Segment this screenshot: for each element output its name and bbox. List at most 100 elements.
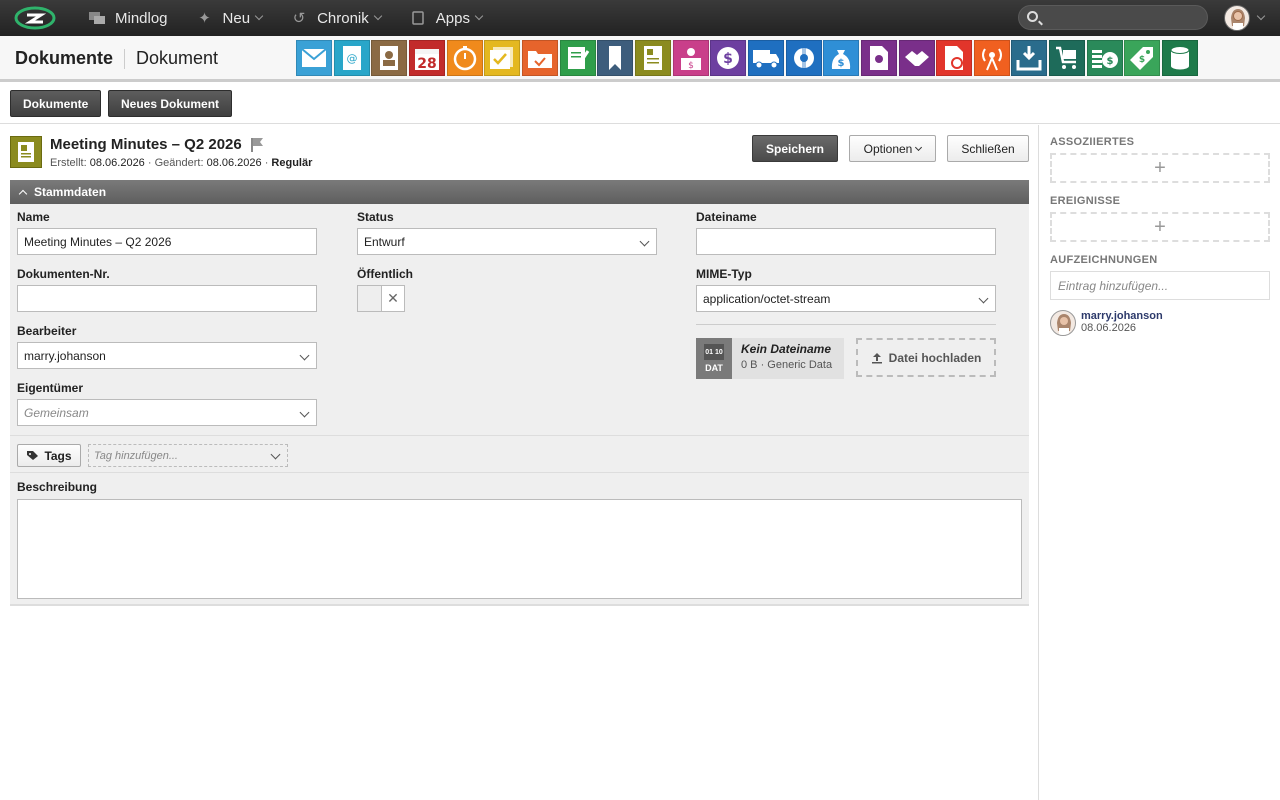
editor-select[interactable]: marry.johanson bbox=[17, 342, 317, 369]
save-button[interactable]: Speichern bbox=[752, 135, 838, 162]
flag-icon[interactable] bbox=[250, 137, 264, 153]
app-documents-icon[interactable] bbox=[634, 40, 671, 76]
chevron-down-icon[interactable] bbox=[1256, 11, 1266, 21]
records-heading: AUFZEICHNUNGEN bbox=[1050, 254, 1158, 266]
app-finance-icon[interactable]: $ bbox=[710, 40, 747, 76]
public-label: Öffentlich bbox=[357, 267, 413, 281]
app-email-icon[interactable] bbox=[296, 40, 332, 76]
filename-input[interactable] bbox=[696, 228, 996, 255]
app-presentations-icon[interactable]: $ bbox=[672, 40, 709, 76]
app-logo[interactable] bbox=[14, 5, 56, 31]
record-input[interactable]: Eintrag hinzufügen... bbox=[1050, 271, 1270, 300]
name-label: Name bbox=[17, 210, 50, 224]
description-textarea[interactable] bbox=[17, 499, 1022, 599]
app-money-bag-icon[interactable]: $ bbox=[823, 40, 860, 76]
app-deals-icon[interactable] bbox=[898, 40, 935, 76]
plus-icon: + bbox=[1154, 156, 1166, 179]
created-label: Erstellt: bbox=[50, 157, 87, 169]
record-entry: marry.johanson 08.06.2026 bbox=[1050, 310, 1163, 336]
status-label: Status bbox=[357, 210, 394, 224]
filename-label: Dateiname bbox=[696, 210, 757, 224]
record-user[interactable]: marry.johanson bbox=[1081, 310, 1163, 322]
nav-history[interactable]: ↺ Chronik bbox=[290, 0, 382, 36]
sparkle-icon: ✦ bbox=[198, 10, 211, 27]
nav-history-label: Chronik bbox=[317, 9, 369, 27]
chevron-up-icon bbox=[18, 189, 28, 198]
app-contacts-icon[interactable] bbox=[371, 40, 408, 76]
section-header[interactable]: Stammdaten bbox=[10, 180, 1029, 204]
global-search-input[interactable] bbox=[1018, 5, 1208, 30]
tag-icon bbox=[27, 451, 39, 460]
action-bar: Dokumente Neues Dokument bbox=[0, 82, 1280, 124]
document-icon bbox=[10, 136, 42, 168]
nav-apps-label: Apps bbox=[435, 9, 470, 27]
app-support-icon[interactable] bbox=[785, 40, 822, 76]
name-input[interactable]: Meeting Minutes – Q2 2026 bbox=[17, 228, 317, 255]
owner-select[interactable]: Gemeinsam bbox=[17, 399, 317, 426]
file-name: Kein Dateiname bbox=[741, 342, 832, 356]
avatar bbox=[1050, 310, 1076, 336]
chat-icon bbox=[88, 11, 106, 25]
app-licenses-icon[interactable] bbox=[860, 40, 897, 76]
nav-apps[interactable]: Apps bbox=[409, 0, 484, 36]
svg-text:$: $ bbox=[1139, 55, 1145, 65]
chevron-down-icon bbox=[254, 11, 264, 21]
breadcrumb-root[interactable]: Dokumente bbox=[15, 48, 113, 69]
app-shipping-icon[interactable] bbox=[747, 40, 784, 76]
close-button[interactable]: Schließen bbox=[947, 135, 1029, 162]
app-cash-icon[interactable]: $ bbox=[1086, 40, 1123, 76]
chevron-down-icon bbox=[373, 11, 382, 21]
description-label: Beschreibung bbox=[17, 480, 98, 494]
events-heading: EREIGNISSE bbox=[1050, 195, 1121, 207]
app-contracts-icon[interactable] bbox=[936, 40, 973, 76]
record-date: 08.06.2026 bbox=[1081, 322, 1137, 334]
mime-value: application/octet-stream bbox=[703, 291, 831, 306]
tags-row: Tags Tag hinzufügen... bbox=[10, 435, 1029, 473]
svg-text:$: $ bbox=[688, 61, 694, 71]
app-tasks-icon[interactable] bbox=[484, 40, 521, 76]
nav-new-label: Neu bbox=[222, 9, 251, 27]
upload-icon bbox=[871, 352, 882, 363]
new-document-button[interactable]: Neues Dokument bbox=[108, 90, 233, 117]
add-associated-button[interactable]: + bbox=[1050, 153, 1270, 183]
nav-new[interactable]: ✦ Neu bbox=[196, 0, 264, 36]
chevron-down-icon bbox=[299, 350, 310, 361]
app-bookmarks-icon[interactable] bbox=[597, 40, 634, 76]
app-address-book-icon[interactable]: @ bbox=[333, 40, 370, 76]
tag-input[interactable]: Tag hinzufügen... bbox=[88, 444, 288, 467]
changed-date: 08.06.2026 bbox=[206, 157, 262, 169]
nav-mindlog[interactable]: Mindlog bbox=[88, 0, 168, 36]
documents-button[interactable]: Dokumente bbox=[10, 90, 102, 117]
public-toggle[interactable]: ✕ bbox=[357, 285, 405, 312]
options-button[interactable]: Optionen bbox=[849, 135, 936, 162]
docnr-input[interactable] bbox=[17, 285, 317, 312]
app-tags-icon[interactable]: $ bbox=[1124, 40, 1161, 76]
tags-button[interactable]: Tags bbox=[17, 444, 81, 467]
app-projects-icon[interactable] bbox=[521, 40, 558, 76]
upload-label: Datei hochladen bbox=[888, 350, 982, 365]
app-broadcast-icon[interactable] bbox=[973, 40, 1010, 76]
plus-icon: + bbox=[1154, 215, 1166, 238]
toggle-knob bbox=[358, 286, 382, 311]
editor-label: Bearbeiter bbox=[17, 324, 77, 338]
close-icon: ✕ bbox=[387, 290, 399, 306]
file-type-badge: DAT bbox=[705, 363, 723, 373]
app-notes-icon[interactable] bbox=[559, 40, 596, 76]
app-calendar-icon[interactable]: 28 bbox=[408, 40, 445, 76]
app-cart-icon[interactable] bbox=[1049, 40, 1086, 76]
section-title: Stammdaten bbox=[34, 185, 107, 199]
app-database-icon[interactable] bbox=[1162, 40, 1199, 76]
app-launcher-bar: @28 $ $ $ $ $ bbox=[296, 40, 1200, 76]
changed-label: Geändert: bbox=[154, 157, 204, 169]
add-event-button[interactable]: + bbox=[1050, 212, 1270, 242]
top-navigation-bar: Mindlog ✦ Neu ↺ Chronik Apps bbox=[0, 0, 1280, 36]
docnr-label: Dokumenten-Nr. bbox=[17, 267, 110, 281]
status-select[interactable]: Entwurf bbox=[357, 228, 657, 255]
app-inbox-icon[interactable] bbox=[1011, 40, 1048, 76]
module-toolbar: Dokumente Dokument @28 $ $ $ $ $ bbox=[0, 36, 1280, 82]
upload-file-button[interactable]: Datei hochladen bbox=[856, 338, 996, 377]
mime-select[interactable]: application/octet-stream bbox=[696, 285, 996, 312]
search-icon bbox=[1027, 11, 1038, 22]
user-avatar[interactable] bbox=[1224, 5, 1250, 31]
app-timer-icon[interactable] bbox=[446, 40, 483, 76]
